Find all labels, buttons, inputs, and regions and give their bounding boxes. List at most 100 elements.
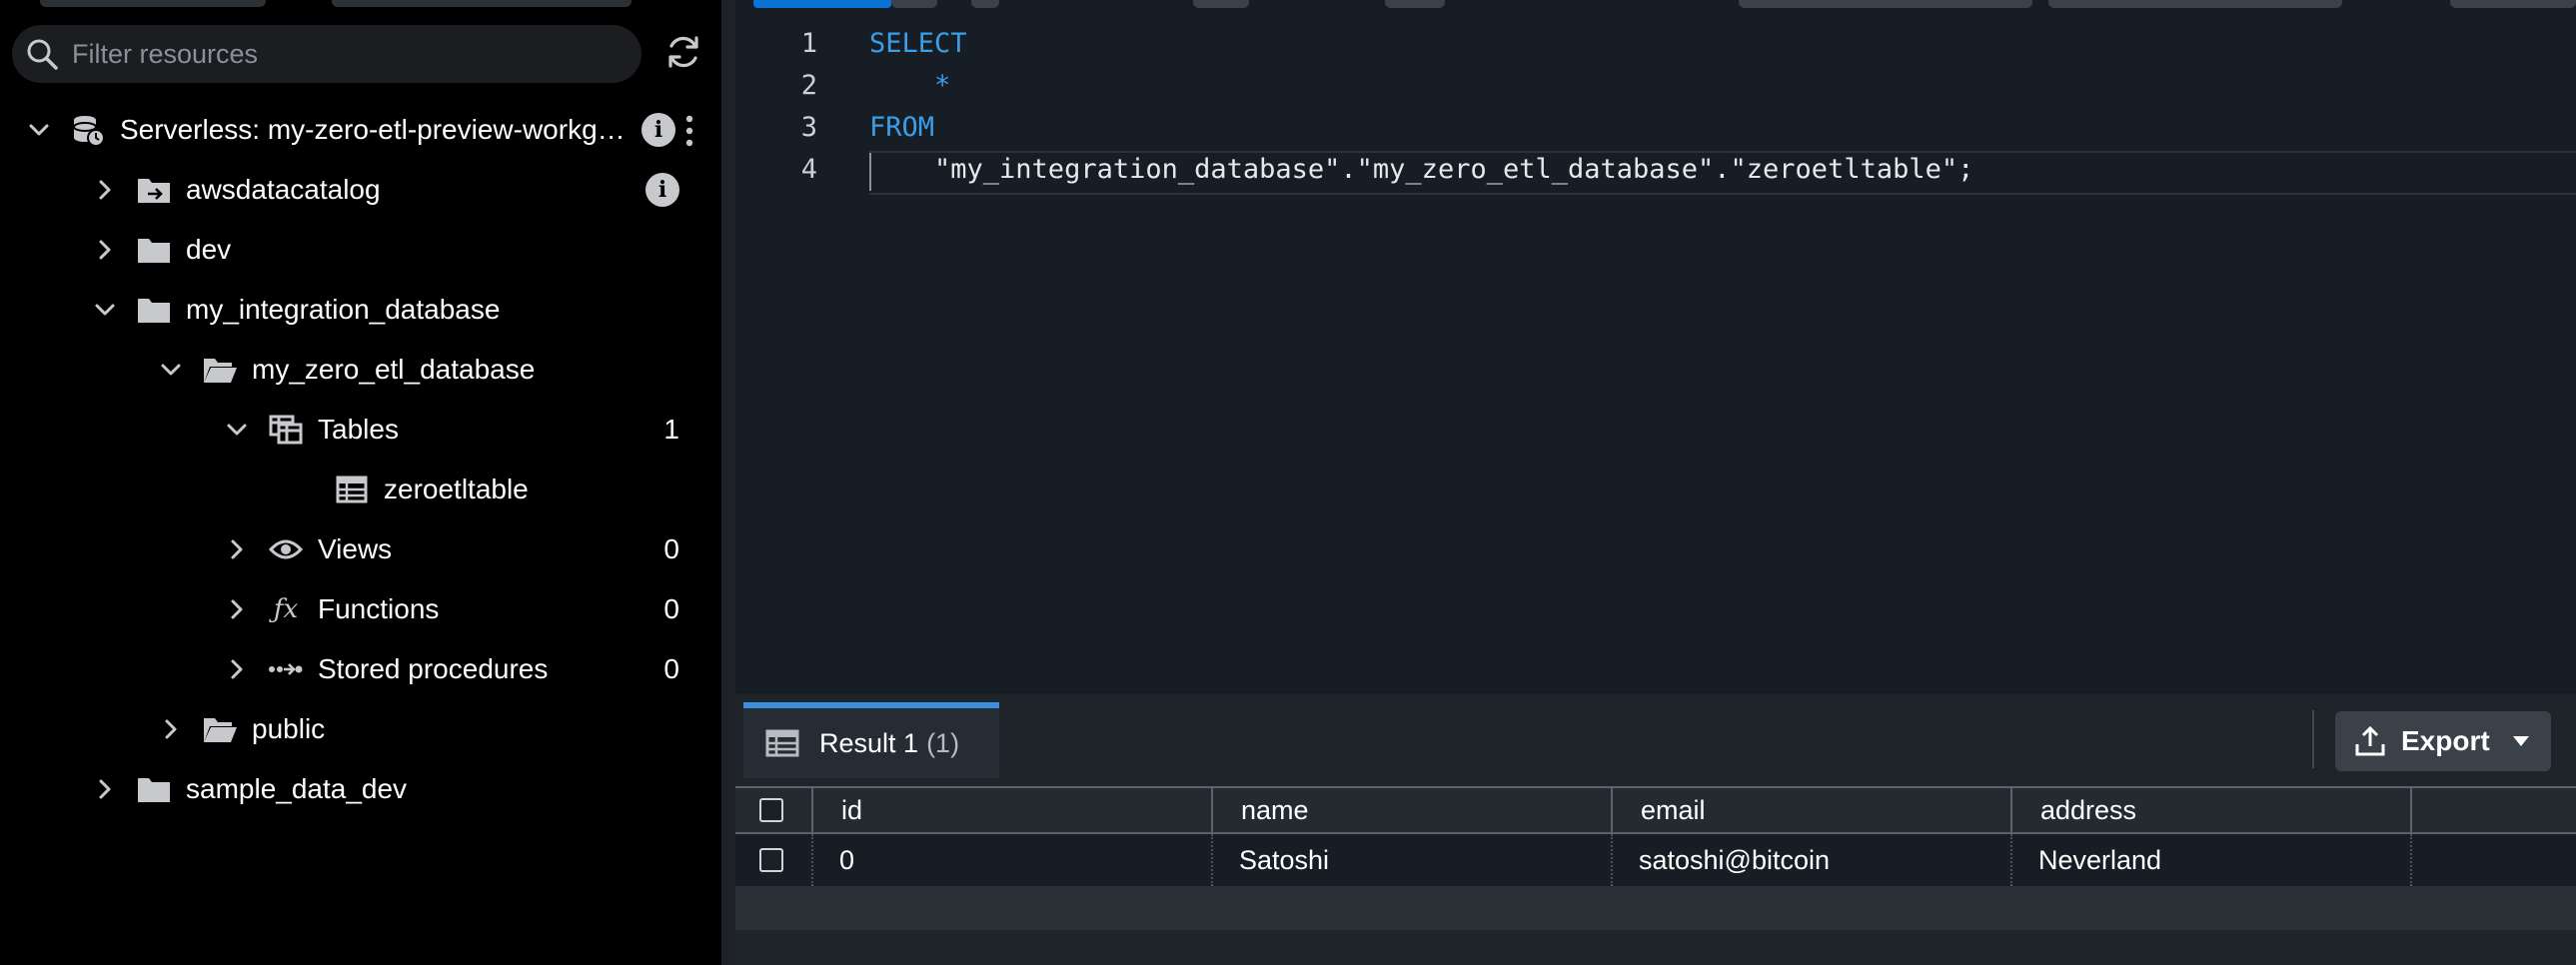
tree-item-my-zero-etl-database[interactable]: my_zero_etl_database <box>156 342 535 398</box>
tree-item-label: Stored procedures <box>318 653 549 684</box>
tree-item-tables[interactable]: Tables <box>222 402 399 458</box>
eye-icon <box>266 532 306 566</box>
chevron-right-icon[interactable] <box>90 175 120 205</box>
table-footer-row <box>735 886 2576 930</box>
tree-item-connection[interactable]: Serverless: my-zero-etl-preview-workg… <box>24 102 626 158</box>
column-header-address[interactable]: address <box>2040 788 2136 832</box>
tree-item-label: my_zero_etl_database <box>252 354 536 385</box>
stored-procedure-icon <box>266 652 306 686</box>
active-editor-tab[interactable] <box>753 0 891 8</box>
results-panel: Result 1 (1) Export id name email addres… <box>735 694 2576 965</box>
chevron-down-icon[interactable] <box>222 415 252 445</box>
resource-explorer: Serverless: my-zero-etl-preview-workg… i… <box>0 0 721 965</box>
column-separator[interactable] <box>2410 788 2412 832</box>
editor-tab-stub[interactable] <box>971 0 999 8</box>
refresh-button[interactable] <box>659 30 707 78</box>
tree-item-awsdatacatalog[interactable]: awsdatacatalog <box>90 162 381 218</box>
search-icon <box>22 34 62 74</box>
query-editor[interactable]: 1 2 3 4 SELECT * FROM "my_integration_da… <box>735 0 2576 694</box>
editor-tab-stub[interactable] <box>891 0 937 8</box>
tree-item-sample-data-dev[interactable]: sample_data_dev <box>90 761 407 817</box>
column-header-id[interactable]: id <box>841 788 862 832</box>
select-all-checkbox[interactable] <box>759 788 783 832</box>
cell-email[interactable]: satoshi@bitcoin <box>1639 834 1830 886</box>
editor-tab-stub[interactable] <box>1385 0 1445 8</box>
tables-count: 1 <box>663 414 679 445</box>
folder-open-icon <box>200 353 240 387</box>
column-separator[interactable] <box>1611 788 1613 832</box>
function-icon: ƒx <box>273 594 299 624</box>
column-separator <box>2010 834 2012 886</box>
column-header-name[interactable]: name <box>1241 788 1309 832</box>
tree-item-label: dev <box>186 234 232 265</box>
column-separator[interactable] <box>2010 788 2012 832</box>
chevron-right-icon[interactable] <box>222 594 252 624</box>
column-separator[interactable] <box>811 788 813 832</box>
chevron-right-icon[interactable] <box>222 534 252 564</box>
column-separator <box>811 834 813 886</box>
code-line[interactable]: "my_integration_database"."my_zero_etl_d… <box>869 149 1973 191</box>
chevron-down-icon[interactable] <box>24 115 54 145</box>
tree-item-dev[interactable]: dev <box>90 222 231 278</box>
filter-resources-input[interactable] <box>70 37 634 71</box>
tree-item-label: Tables <box>318 414 399 445</box>
cell-name[interactable]: Satoshi <box>1239 834 1329 886</box>
cell-address[interactable]: Neverland <box>2038 834 2161 886</box>
column-separator <box>1211 834 1213 886</box>
tree-item-label: public <box>252 713 326 744</box>
line-number: 4 <box>800 154 817 185</box>
table-header-row: id name email address <box>735 786 2576 834</box>
tree-item-label: my_integration_database <box>186 294 501 325</box>
folder-icon <box>134 772 174 806</box>
cell-id[interactable]: 0 <box>839 834 854 886</box>
info-icon[interactable]: i <box>642 113 675 147</box>
tree-item-my-integration-database[interactable]: my_integration_database <box>90 282 500 338</box>
info-icon[interactable]: i <box>645 173 679 207</box>
code-line[interactable]: FROM <box>869 107 934 149</box>
table-icon <box>332 473 372 506</box>
tree-item-views[interactable]: Views <box>222 521 392 577</box>
editor-tab-stub[interactable] <box>1193 0 1249 8</box>
top-tab-stub[interactable] <box>332 0 632 7</box>
chevron-down-icon[interactable] <box>90 295 120 325</box>
tree-item-label: Views <box>318 533 393 564</box>
toolbar-button-stub[interactable] <box>2048 0 2342 8</box>
more-actions-icon[interactable] <box>683 114 695 148</box>
row-checkbox[interactable] <box>759 834 783 886</box>
toolbar-button-stub[interactable] <box>1739 0 2032 8</box>
line-number: 2 <box>800 70 817 101</box>
views-count: 0 <box>663 533 679 564</box>
chevron-right-icon[interactable] <box>90 235 120 265</box>
tree-item-label: Functions <box>318 593 440 624</box>
code-line[interactable]: SELECT <box>869 23 967 65</box>
column-header-email[interactable]: email <box>1641 788 1706 832</box>
export-label: Export <box>2401 725 2490 756</box>
result-tab[interactable]: Result 1 (1) <box>743 702 999 778</box>
chevron-right-icon[interactable] <box>222 654 252 684</box>
tree-item-zeroetltable[interactable]: zeroetltable <box>332 462 529 517</box>
panel-resize-handle[interactable] <box>721 0 735 965</box>
line-number: 3 <box>800 112 817 143</box>
column-separator[interactable] <box>1211 788 1213 832</box>
tree-item-stored-procedures[interactable]: Stored procedures <box>222 641 548 697</box>
line-number: 1 <box>800 28 817 59</box>
search-box <box>12 25 642 83</box>
upload-icon <box>2353 724 2387 758</box>
code-line[interactable]: * <box>869 65 950 107</box>
folder-icon <box>134 293 174 327</box>
chevron-down-icon[interactable] <box>156 355 186 385</box>
folder-icon <box>134 233 174 267</box>
chevron-right-icon[interactable] <box>156 714 186 744</box>
result-tab-label: Result 1 <box>819 727 919 758</box>
top-tab-stub[interactable] <box>40 0 266 7</box>
refresh-icon <box>663 32 703 77</box>
table-row[interactable]: 0 Satoshi satoshi@bitcoin Neverland <box>735 834 2576 886</box>
tree-item-functions[interactable]: ƒx Functions <box>222 581 439 637</box>
serverless-database-icon <box>68 113 108 147</box>
chevron-right-icon[interactable] <box>90 774 120 804</box>
export-button[interactable]: Export <box>2335 711 2551 771</box>
toolbar-button-stub[interactable] <box>2450 0 2576 8</box>
tables-icon <box>266 413 306 447</box>
result-tab-count: (1) <box>926 727 960 758</box>
tree-item-public[interactable]: public <box>156 701 325 757</box>
